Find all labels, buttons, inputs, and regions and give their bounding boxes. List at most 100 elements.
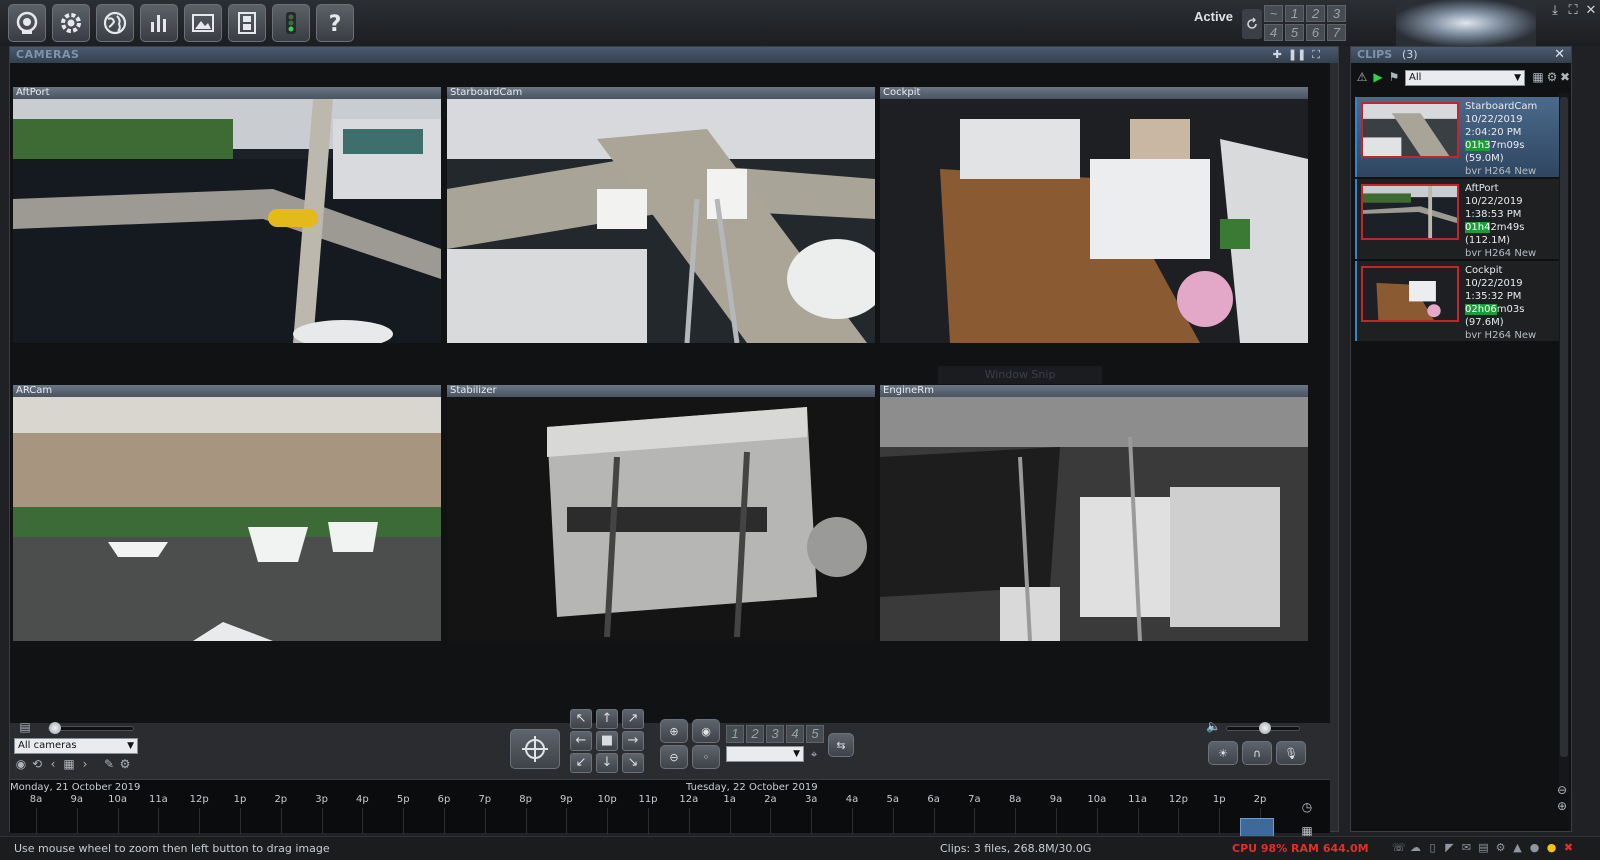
flag-icon[interactable]: ⚑ <box>1387 70 1401 84</box>
tools-icon[interactable]: ✖ <box>1558 70 1572 84</box>
light-icon[interactable]: ☀ <box>1208 741 1238 765</box>
image-icon[interactable] <box>184 4 222 42</box>
phone-icon[interactable]: ☏ <box>1392 841 1406 854</box>
help-icon[interactable]: ? <box>316 4 354 42</box>
layout-icon[interactable]: ▤ <box>14 720 36 734</box>
scrollbar-thumb[interactable] <box>1560 97 1568 757</box>
maximize-icon[interactable]: ⛶ <box>1566 4 1580 18</box>
traffic-light-icon[interactable] <box>272 4 310 42</box>
camera-feed[interactable] <box>880 99 1308 343</box>
camera-tile-cockpit[interactable]: Cockpit <box>880 87 1308 343</box>
camera-small-icon[interactable]: ◉ <box>14 757 28 771</box>
slider-knob[interactable] <box>1259 722 1271 734</box>
camera-feed[interactable] <box>447 397 875 641</box>
zoom-out-icon[interactable]: ⊖ <box>1555 783 1569 797</box>
camera-feed[interactable] <box>13 99 441 343</box>
group-button[interactable]: 3 <box>1327 5 1346 22</box>
group-button[interactable]: 5 <box>1285 24 1304 41</box>
camera-feed[interactable] <box>880 397 1308 641</box>
cycle-icon[interactable]: ⟲ <box>30 757 44 771</box>
storage-icon[interactable]: ▤ <box>1477 841 1490 854</box>
grid-icon[interactable]: ▦ <box>62 757 76 771</box>
minimize-icon[interactable]: ⤓ <box>1548 4 1562 18</box>
network-icon[interactable]: ⚙ <box>1494 841 1507 854</box>
zoom-out-icon[interactable]: ⊖ <box>660 745 688 769</box>
group-button[interactable]: 7 <box>1327 24 1346 41</box>
camera-tile-starboardcam[interactable]: StarboardCam <box>447 87 875 343</box>
timeline[interactable]: Monday, 21 October 2019 Tuesday, 22 Octo… <box>10 779 1330 858</box>
ptz-center-button[interactable] <box>510 729 560 769</box>
calendar-icon[interactable]: ▦ <box>1531 70 1545 84</box>
warning-icon[interactable]: ▲ <box>1511 841 1524 854</box>
edit-icon[interactable]: ✎ <box>102 757 116 771</box>
mobile-icon[interactable]: ▯ <box>1426 841 1439 854</box>
gear-icon[interactable]: ⚙ <box>1545 70 1559 84</box>
fullscreen-icon[interactable]: ⛶ <box>1312 48 1320 62</box>
ptz-up-button[interactable]: ↑ <box>596 709 618 729</box>
clip-item[interactable]: Cockpit 10/22/2019 1:35:32 PM 02h06m03s … <box>1355 261 1565 341</box>
stop-red-icon[interactable]: ✖ <box>1562 841 1575 854</box>
ptz-down-left-button[interactable]: ↙ <box>570 753 592 773</box>
group-button[interactable]: 4 <box>1264 24 1283 41</box>
ptz-home-button[interactable]: ■ <box>596 731 618 751</box>
globe-icon[interactable] <box>96 4 134 42</box>
prev-icon[interactable]: ‹ <box>46 757 60 771</box>
clips-scrollbar[interactable] <box>1559 93 1569 793</box>
camera-tile-aftport[interactable]: AftPort <box>13 87 441 343</box>
camera-tile-enginerm[interactable]: EngineRm <box>880 385 1308 641</box>
camera-feed[interactable] <box>447 99 875 343</box>
zoom-in-icon[interactable]: ⊕ <box>660 719 688 743</box>
lock-icon[interactable]: ● <box>1528 841 1541 854</box>
settings-small-icon[interactable]: ⚙ <box>118 757 132 771</box>
camera-tile-arcam[interactable]: ARCam <box>13 385 441 641</box>
camera-feed[interactable] <box>13 397 441 641</box>
camera-icon[interactable] <box>8 4 46 42</box>
ptz-up-left-button[interactable]: ↖ <box>570 709 592 729</box>
megaphone-icon[interactable]: ◤ <box>1443 841 1456 854</box>
preset-button[interactable]: 4 <box>786 725 804 743</box>
play-icon[interactable]: ▶ <box>1371 70 1385 84</box>
ptz-down-button[interactable]: ↓ <box>596 753 618 773</box>
clip-item[interactable]: AftPort 10/22/2019 1:38:53 PM 01h42m49s … <box>1355 179 1565 259</box>
ptz-right-button[interactable]: → <box>622 731 644 751</box>
preset-button[interactable]: 5 <box>806 725 824 743</box>
clip-item[interactable]: StarboardCam 10/22/2019 2:04:20 PM 01h37… <box>1355 97 1565 177</box>
headphones-icon[interactable]: ∩ <box>1242 741 1272 765</box>
window-snip-button[interactable]: Window Snip <box>938 366 1102 384</box>
speaker-icon[interactable]: 🔈 <box>1206 719 1221 733</box>
ptz-up-right-button[interactable]: ↗ <box>622 709 644 729</box>
zoom-slider[interactable] <box>48 722 134 734</box>
preset-button[interactable]: 1 <box>726 725 744 743</box>
gear-icon[interactable] <box>52 4 90 42</box>
cycle-presets-icon[interactable]: ⇆ <box>828 733 854 757</box>
next-icon[interactable]: › <box>78 757 92 771</box>
clock-icon[interactable]: ◷ <box>1300 800 1314 814</box>
group-button[interactable]: 2 <box>1306 5 1325 22</box>
pause-icon[interactable]: ❚❚ <box>1288 48 1306 62</box>
ptz-left-button[interactable]: ← <box>570 731 592 751</box>
alert-icon[interactable]: ⚠ <box>1355 70 1369 84</box>
group-button[interactable]: ~ <box>1264 5 1283 22</box>
preset-button[interactable]: 3 <box>766 725 784 743</box>
volume-slider[interactable] <box>1226 722 1300 734</box>
camera-select[interactable]: All cameras ▼ <box>14 738 138 754</box>
mail-icon[interactable]: ✉ <box>1460 841 1473 854</box>
slider-knob[interactable] <box>49 722 61 734</box>
location-pin-icon[interactable]: ⌖ <box>807 747 821 761</box>
close-icon[interactable]: ✕ <box>1584 4 1598 18</box>
add-icon[interactable]: ✚ <box>1273 48 1282 62</box>
close-icon[interactable]: ✕ <box>1554 47 1565 62</box>
clip-filter-select[interactable]: All ▼ <box>1405 70 1525 86</box>
cloud-icon[interactable]: ☁ <box>1409 841 1422 854</box>
alert-yellow-icon[interactable]: ● <box>1545 841 1558 854</box>
eye-icon[interactable]: ◉ <box>692 719 720 743</box>
refresh-icon[interactable] <box>1242 9 1262 39</box>
film-icon[interactable] <box>228 4 266 42</box>
chart-icon[interactable] <box>140 4 178 42</box>
microphone-icon[interactable]: 🎙 <box>1276 741 1306 765</box>
preset-button[interactable]: 2 <box>746 725 764 743</box>
camera-tile-stabilizer[interactable]: Stabilizer <box>447 385 875 641</box>
eye-small-icon[interactable]: ◦ <box>692 745 720 769</box>
group-button[interactable]: 1 <box>1285 5 1304 22</box>
group-button[interactable]: 6 <box>1306 24 1325 41</box>
